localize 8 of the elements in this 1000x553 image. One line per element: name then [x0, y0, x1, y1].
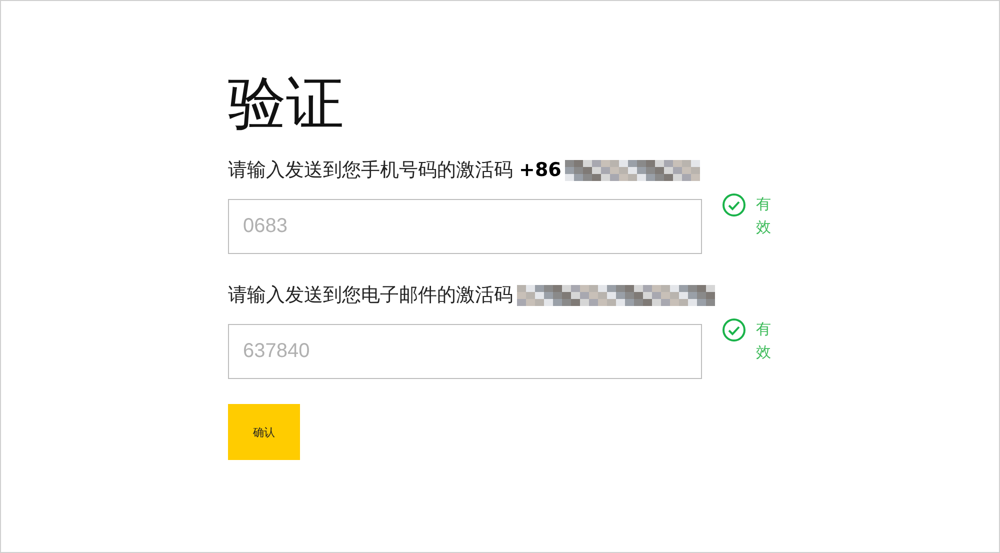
field-label: 请输入发送到您电子邮件的激活码: [228, 283, 513, 308]
status-text: 有效: [756, 319, 771, 364]
field-label: 请输入发送到您手机号码的激活码 +86: [228, 158, 562, 183]
confirm-button[interactable]: 确认: [228, 404, 300, 460]
code-input[interactable]: 637840: [228, 324, 702, 379]
page-title: 验证: [228, 68, 345, 139]
status-text: 有效: [756, 194, 771, 238]
code-input[interactable]: 0683: [228, 199, 702, 254]
